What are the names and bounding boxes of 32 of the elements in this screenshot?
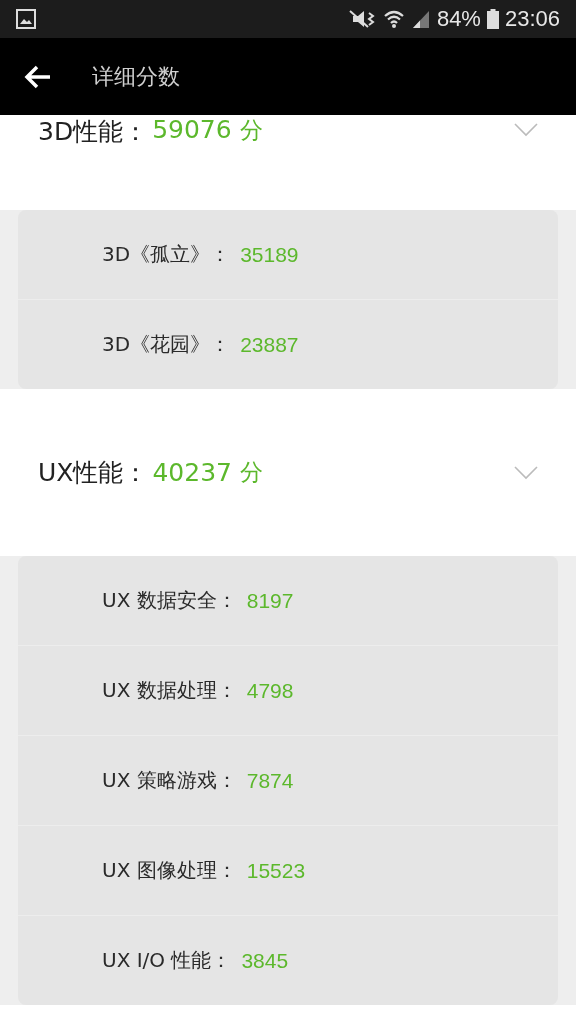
battery-percent: 84% — [436, 6, 481, 32]
section-header[interactable]: 3D性能： 59076 分 — [0, 115, 576, 210]
detail-label: 3D《孤立》： — [102, 241, 231, 268]
detail-label: UX I/O 性能： — [102, 947, 232, 974]
section-label: 3D性能： — [38, 116, 149, 148]
image-icon — [16, 9, 36, 29]
section-label: UX性能： — [38, 457, 149, 489]
section-score: 59076 — [152, 115, 232, 144]
signal-icon — [410, 9, 431, 29]
back-button[interactable] — [24, 63, 52, 90]
section-header[interactable]: UX性能： 40237 分 — [0, 389, 576, 556]
section-score: 40237 — [152, 458, 232, 487]
detail-score: 7874 — [246, 768, 294, 793]
detail-score: 8197 — [246, 588, 294, 613]
chevron-icon[interactable] — [514, 123, 538, 137]
battery-icon — [486, 9, 499, 29]
detail-label: UX 数据处理： — [102, 677, 237, 704]
clock: 23:06 — [504, 6, 560, 32]
detail-label: UX 图像处理： — [102, 857, 237, 884]
detail-score: 4798 — [246, 678, 294, 703]
detail-score: 15523 — [246, 858, 306, 883]
chevron-icon[interactable] — [514, 465, 538, 480]
detail-label: 3D《花园》： — [102, 331, 231, 358]
detail-score: 3845 — [241, 948, 289, 973]
detail-score: 23887 — [240, 332, 299, 357]
wifi-icon — [382, 9, 405, 29]
page-title: 详细分数 — [92, 62, 180, 91]
score-unit: 分 — [239, 458, 263, 487]
score-unit: 分 — [239, 116, 263, 145]
detail-score: 35189 — [240, 242, 299, 267]
detail-label: UX 数据安全： — [102, 587, 237, 614]
detail-label: UX 策略游戏： — [102, 767, 237, 794]
